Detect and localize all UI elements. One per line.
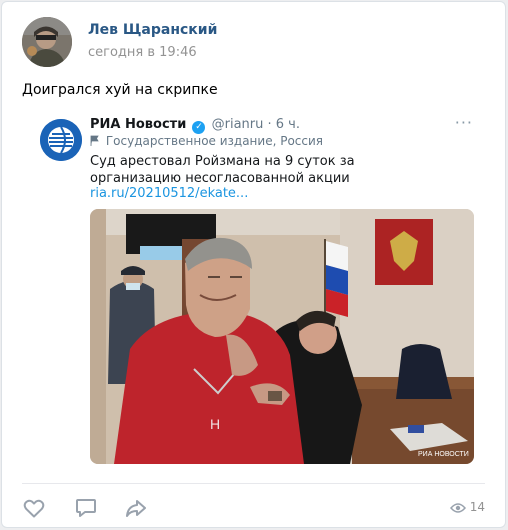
tweet-photo[interactable]: H РИА НОВОСТИ bbox=[90, 209, 474, 464]
share-icon[interactable] bbox=[124, 496, 148, 520]
post-text: Доигрался хуй на скрипке bbox=[22, 82, 218, 98]
view-count: 14 bbox=[469, 500, 485, 514]
photo-watermark: РИА НОВОСТИ bbox=[418, 451, 469, 458]
author-avatar[interactable] bbox=[22, 17, 72, 67]
comment-icon[interactable] bbox=[74, 496, 98, 520]
flag-icon bbox=[90, 135, 99, 146]
view-counter: 14 bbox=[449, 500, 485, 514]
eye-icon bbox=[449, 503, 466, 513]
tweet-link[interactable]: ria.ru/20210512/ekate... bbox=[90, 186, 248, 201]
post-time[interactable]: сегодня в 19:46 bbox=[88, 45, 197, 60]
author-name[interactable]: Лев Щаранский bbox=[88, 22, 217, 38]
state-media-label-text: Государственное издание, Россия bbox=[105, 134, 324, 148]
post-card: Лев Щаранский сегодня в 19:46 Доигрался … bbox=[1, 1, 506, 528]
more-options-icon[interactable]: ··· bbox=[455, 113, 473, 132]
heart-icon[interactable] bbox=[22, 496, 46, 520]
tweet-account-name[interactable]: РИА Новости bbox=[90, 117, 186, 132]
tweet-text: Суд арестовал Ройзмана на 9 суток за орг… bbox=[90, 154, 355, 186]
state-media-label[interactable]: Государственное издание, Россия bbox=[90, 134, 323, 148]
tweet-handle-time[interactable]: @rianru · 6 ч. bbox=[212, 117, 300, 132]
footer-divider bbox=[22, 483, 485, 484]
tweet-header: РИА Новости ✓ @rianru · 6 ч. bbox=[90, 117, 300, 134]
embedded-tweet[interactable]: РИА Новости ✓ @rianru · 6 ч. ··· Государ… bbox=[24, 105, 487, 472]
ria-logo-icon[interactable] bbox=[40, 119, 82, 161]
verified-check-icon: ✓ bbox=[192, 121, 206, 134]
